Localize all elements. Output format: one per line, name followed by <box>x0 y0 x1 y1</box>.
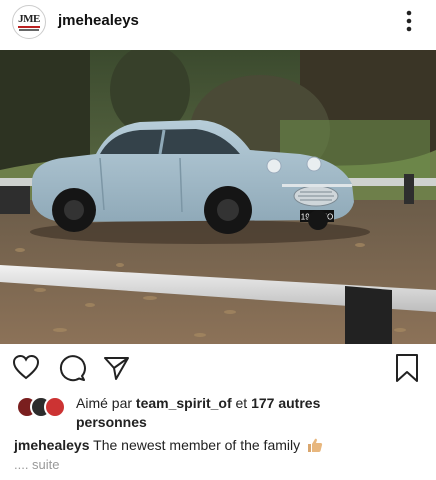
likes-count[interactable]: 177 autres <box>251 395 320 411</box>
caption-text: The newest member of the family <box>93 437 301 453</box>
bookmark-icon[interactable] <box>395 353 419 383</box>
action-bar <box>0 350 436 384</box>
more-options-icon[interactable] <box>398 8 420 34</box>
post-caption: jmehealeys The newest member of the fami… <box>14 436 424 455</box>
likes-joiner: et <box>235 395 248 411</box>
post-photo[interactable]: 191 AUO <box>0 50 436 344</box>
likes-prefix: Aimé par <box>76 395 133 411</box>
likes-section: Aimé par team_spirit_of et 177 autres pe… <box>14 394 424 432</box>
car-photo: 191 AUO <box>0 50 436 344</box>
caption-username[interactable]: jmehealeys <box>14 437 90 453</box>
thumbs-up-icon <box>308 438 323 452</box>
profile-avatar[interactable]: JME <box>12 5 46 39</box>
liker-username[interactable]: team_spirit_of <box>136 395 232 411</box>
share-icon[interactable] <box>102 354 130 382</box>
comment-icon[interactable] <box>58 354 86 382</box>
heart-icon[interactable] <box>12 354 40 380</box>
liker-avatar <box>44 396 66 418</box>
post-username[interactable]: jmehealeys <box>58 12 139 29</box>
likes-text: Aimé par team_spirit_of et 177 autres pe… <box>76 394 406 432</box>
avatar-monogram: JME <box>18 12 40 25</box>
post-header: JME jmehealeys <box>0 0 436 48</box>
likes-count-suffix[interactable]: personnes <box>76 414 147 430</box>
liker-avatars[interactable] <box>16 396 72 418</box>
caption-more-link[interactable]: .... suite <box>14 457 60 472</box>
